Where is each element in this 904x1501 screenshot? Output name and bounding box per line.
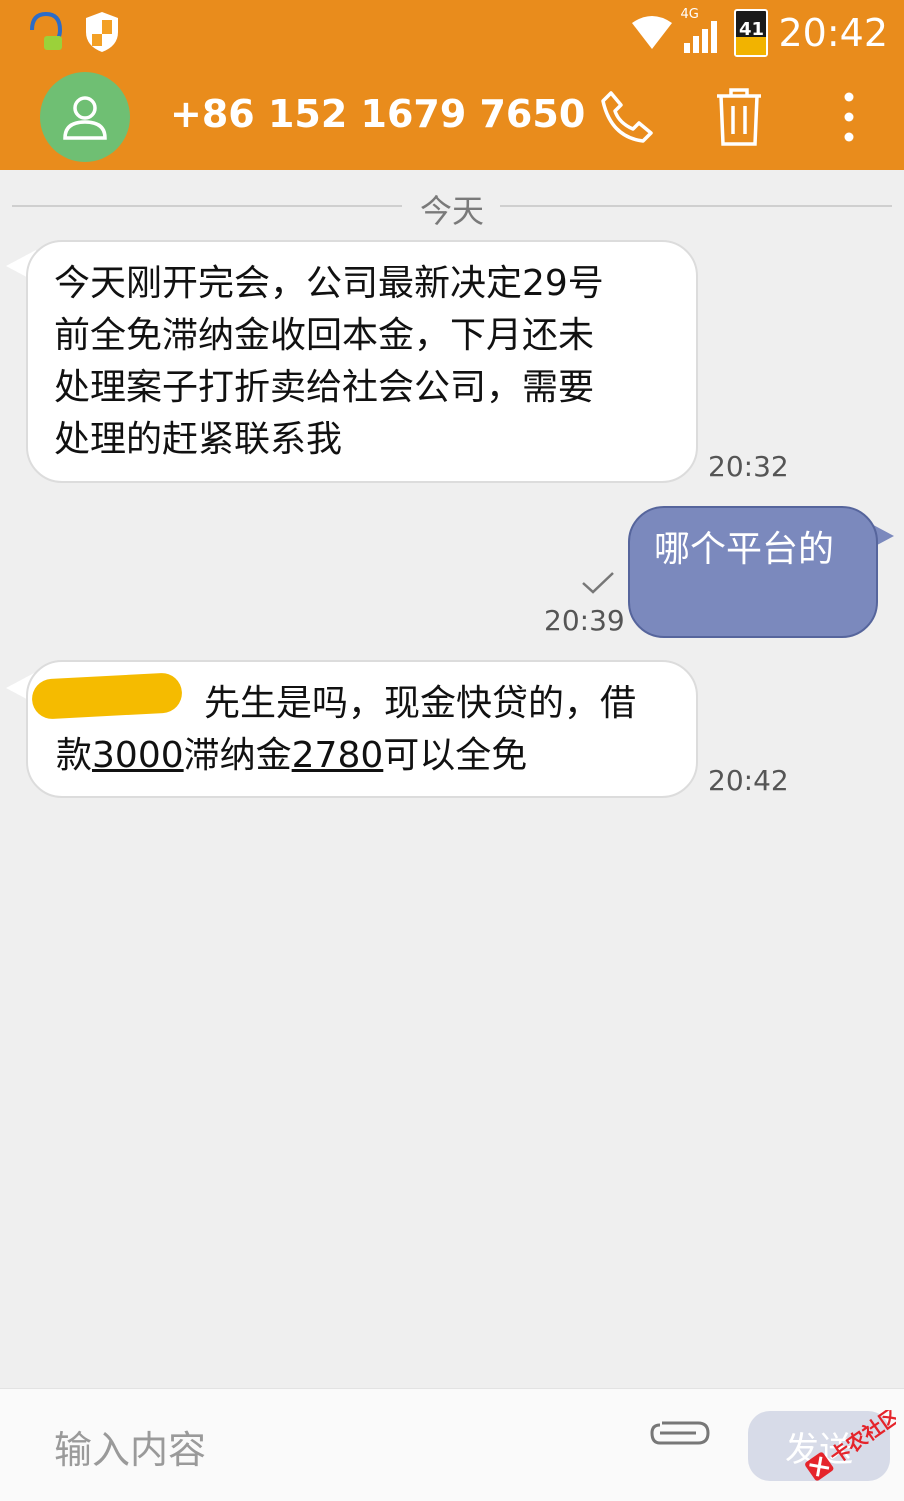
trash-icon (717, 88, 761, 146)
watermark-text: 卡农社区 (825, 1410, 896, 1469)
loan-amount-link[interactable]: 3000 (92, 735, 184, 776)
message-time: 20:39 (544, 604, 625, 637)
phone-icon (601, 91, 653, 143)
late-fee-link[interactable]: 2780 (292, 735, 384, 776)
shield-icon (86, 12, 118, 52)
message-text: 滞纳金 (183, 735, 292, 776)
message-input[interactable]: 输入内容 (54, 1419, 206, 1474)
message-text: 可以全免 (383, 735, 528, 776)
date-label: 今天 (419, 192, 484, 230)
status-icons-left (22, 10, 120, 54)
message-time: 20:42 (708, 764, 789, 797)
signal-icon: 4G (680, 7, 724, 53)
redaction-mark (31, 672, 183, 720)
message-bubble-outgoing[interactable]: 哪个平台的 (628, 506, 878, 638)
status-right: 4G 41 20:42 (630, 7, 888, 58)
message-line: 前全免滞纳金收回本金，下月还未 (54, 315, 595, 356)
assistant-icon (30, 11, 63, 50)
contact-number[interactable]: +86 152 1679 7650 (170, 92, 585, 136)
divider-line-right (500, 205, 892, 207)
message-text: 哪个平台的 (654, 529, 835, 570)
person-icon (63, 96, 107, 140)
wifi-icon (632, 16, 673, 49)
attachment-icon[interactable] (642, 1411, 714, 1455)
message-bubble-incoming[interactable]: 今天刚开完会，公司最新决定29号 前全免滞纳金收回本金，下月还未 处理案子打折卖… (26, 240, 698, 483)
more-vert-icon (844, 92, 854, 142)
contact-avatar[interactable] (40, 72, 130, 162)
more-button[interactable] (814, 82, 884, 152)
message-line: 今天刚开完会，公司最新决定29号 (54, 263, 604, 304)
message-time: 20:32 (708, 450, 789, 483)
battery-level: 41 (738, 19, 765, 40)
message-line: 款3000滞纳金2780可以全免 (56, 730, 670, 782)
delete-button[interactable] (704, 82, 774, 152)
message-text: 先生是吗，现金快贷的，借 (204, 683, 637, 724)
compose-bar: 输入内容 发送 (0, 1388, 904, 1501)
message-text: 款 (56, 735, 93, 776)
call-button[interactable] (592, 82, 662, 152)
message-line: 处理的赶紧联系我 (54, 419, 343, 460)
status-time: 20:42 (778, 11, 888, 55)
date-divider: 今天 (12, 186, 892, 230)
battery-icon: 41 (734, 9, 769, 57)
sent-check-icon (582, 572, 614, 594)
watermark-logo: 卡农社区 (805, 1410, 896, 1481)
message-line: 处理案子打折卖给社会公司，需要 (54, 367, 595, 408)
app-bar: 4G 41 20:42 +86 152 1679 7650 (0, 0, 904, 170)
